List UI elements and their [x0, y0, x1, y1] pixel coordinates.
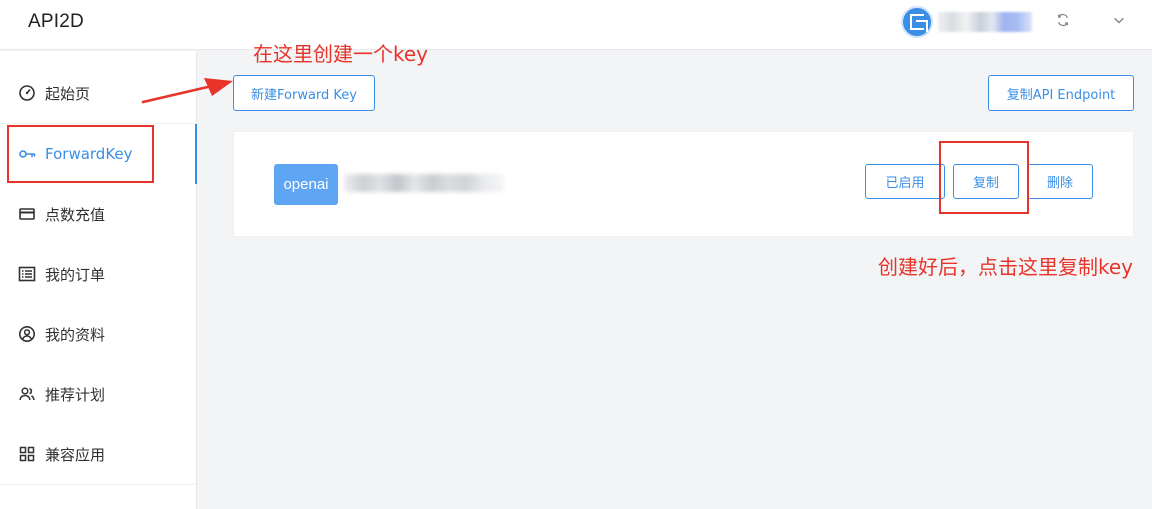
chevron-down-icon[interactable]	[1112, 13, 1126, 27]
copy-api-endpoint-button[interactable]: 复制API Endpoint	[988, 75, 1134, 111]
avatar-icon[interactable]	[901, 6, 933, 38]
refresh-icon[interactable]	[1056, 13, 1070, 27]
sidebar-item-label: 推荐计划	[45, 385, 106, 404]
sidebar-item-apps[interactable]: 兼容应用	[0, 424, 197, 484]
avatar-glyph	[910, 14, 928, 32]
top-header: API2D	[0, 0, 1152, 50]
highlight-box-copy	[939, 141, 1029, 214]
app-logo[interactable]: API2D	[28, 11, 84, 33]
sidebar-item-referral[interactable]: 推荐计划	[0, 364, 197, 424]
new-forward-key-button[interactable]: 新建Forward Key	[233, 75, 375, 111]
dashboard-icon	[18, 84, 36, 102]
sidebar-item-recharge[interactable]: 点数充值	[0, 184, 197, 244]
sidebar-item-label: 起始页	[45, 84, 91, 103]
key-value-redacted	[344, 174, 504, 192]
enabled-toggle-button[interactable]: 已启用	[865, 164, 945, 199]
user-circle-icon	[18, 325, 36, 343]
sidebar-item-profile[interactable]: 我的资料	[0, 304, 197, 364]
sidebar-item-orders[interactable]: 我的订单	[0, 244, 197, 304]
sidebar-item-label: 点数充值	[45, 205, 106, 224]
users-icon	[18, 385, 36, 403]
sidebar-item-label: 我的订单	[45, 265, 106, 284]
highlight-box-forwardkey	[7, 125, 154, 183]
key-provider-tag: openai	[274, 164, 338, 205]
sidebar-divider	[0, 484, 196, 485]
annotation-create-key: 在这里创建一个key	[253, 42, 429, 66]
username-redacted[interactable]	[938, 12, 1032, 32]
annotation-copy-key: 创建好后，点击这里复制key	[878, 255, 1134, 279]
delete-key-button[interactable]: 删除	[1027, 164, 1093, 199]
credit-card-icon	[18, 205, 36, 223]
grid-icon	[18, 445, 36, 463]
sidebar: 起始页 ForwardKey 点数充值 我的订单 我的资料 推荐计划 兼容应用	[0, 51, 197, 509]
active-indicator	[195, 124, 197, 184]
sidebar-item-label: 我的资料	[45, 325, 106, 344]
annotation-arrow	[141, 78, 233, 104]
list-icon	[18, 265, 36, 283]
sidebar-item-label: 兼容应用	[45, 445, 106, 464]
